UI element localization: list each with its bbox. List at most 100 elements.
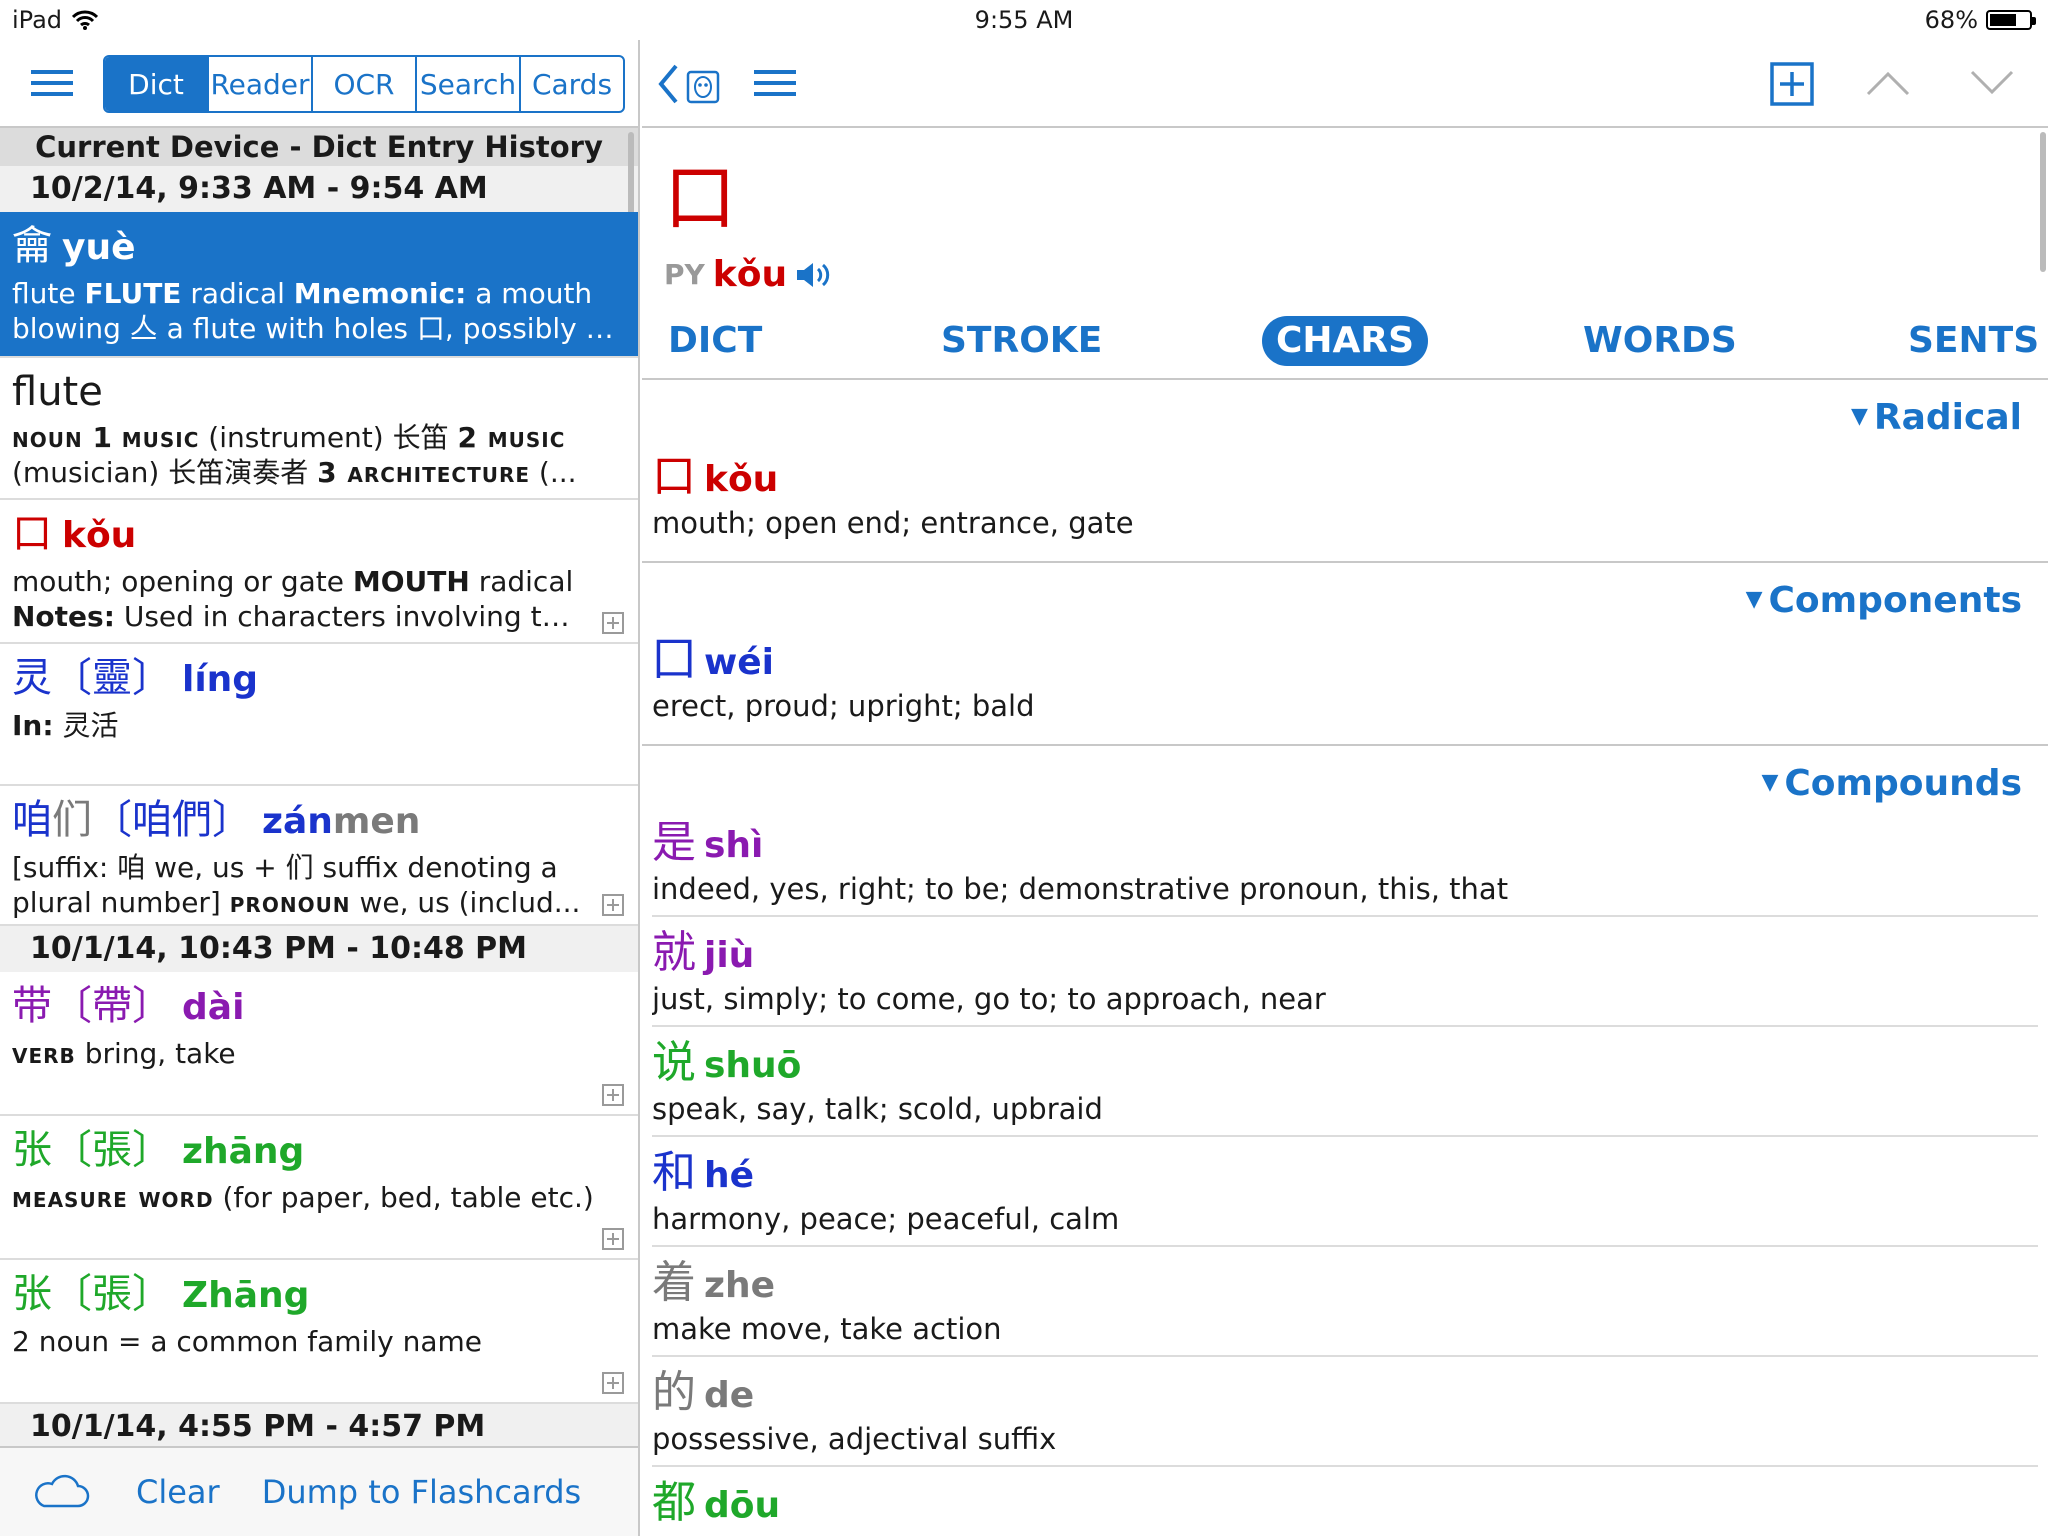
tab-dict[interactable]: Dict: [105, 57, 209, 111]
entry-hanzi: 带: [12, 983, 52, 1029]
compound-row[interactable]: 和 hé harmony, peace; peaceful, calm: [652, 1137, 2038, 1247]
dump-to-flashcards-button[interactable]: Dump to Flashcards: [262, 1473, 582, 1511]
tab-sents[interactable]: SENTS: [1908, 316, 2039, 366]
history-entry-zanmen[interactable]: 咱们〔咱們〕 zánmen [suffix: 咱 we, us + 们 suffi…: [0, 786, 638, 926]
entry-definition: 2 noun = a common family name: [12, 1325, 482, 1358]
entry-detail-pane: 口 PY kǒu DICT STROKE CHARS WORDS SENTS ▼…: [642, 40, 2048, 1536]
char-definition: erect, proud; upright; bald: [652, 689, 1035, 723]
char-definition: speak, say, talk; scold, upbraid: [652, 1092, 1103, 1126]
components-section: ▼ Components 囗 wéi erect, proud; upright; …: [642, 563, 2048, 746]
tab-words[interactable]: WORDS: [1583, 316, 1737, 366]
chevron-up-icon[interactable]: [1866, 70, 1910, 96]
menu-icon[interactable]: [31, 70, 73, 100]
entry-definition-cont: blowing 亼 a flute with holes 口, possibly…: [12, 312, 626, 345]
char-pinyin: wéi: [704, 642, 775, 683]
radical-section-header[interactable]: ▼ Radical: [652, 380, 2038, 441]
tab-stroke[interactable]: STROKE: [941, 316, 1102, 366]
entry-pinyin: Zhāng: [182, 1275, 310, 1316]
entry-definition: [suffix: 咱 we, us + 们 suffix denoting a: [12, 851, 558, 884]
clear-button[interactable]: Clear: [136, 1473, 220, 1511]
char-pinyin: kǒu: [704, 459, 779, 500]
char-hanzi: 是: [652, 817, 696, 868]
entry-pinyin: líng: [182, 659, 259, 700]
entry-traditional: 〔帶〕: [52, 983, 172, 1029]
history-entry-ling[interactable]: 灵〔靈〕 líng In: 灵活: [0, 644, 638, 786]
entry-traditional: 〔張〕: [52, 1127, 172, 1173]
add-flashcard-icon[interactable]: [1770, 62, 1814, 106]
tab-reader[interactable]: Reader: [209, 57, 313, 111]
components-section-header[interactable]: ▼ Components: [652, 563, 2038, 624]
history-entry-flute[interactable]: flute noun 1 music (instrument) 长笛 2 mus…: [0, 358, 638, 500]
char-pinyin: de: [704, 1375, 755, 1416]
battery-icon: [1986, 10, 2036, 30]
history-entry-zhang-surname[interactable]: 张〔張〕 Zhāng 2 noun = a common family name: [0, 1260, 638, 1404]
triangle-down-icon: ▼: [1761, 770, 1779, 795]
tab-chars[interactable]: CHARS: [1262, 316, 1429, 366]
entry-headword: flute: [12, 369, 103, 415]
chevron-down-icon[interactable]: [1970, 70, 2014, 96]
char-hanzi: 的: [652, 1367, 696, 1418]
alien-icon[interactable]: [686, 70, 720, 104]
tab-dict[interactable]: DICT: [668, 316, 762, 366]
entry-hanzi: 口: [12, 511, 52, 557]
menu-icon[interactable]: [754, 70, 796, 100]
char-pinyin: zhe: [704, 1265, 775, 1306]
entry-pinyin: dài: [182, 987, 245, 1028]
tab-search[interactable]: Search: [417, 57, 521, 111]
char-hanzi: 着: [652, 1257, 696, 1308]
entry-pinyin: kǒu: [62, 515, 137, 556]
right-toolbar: [642, 40, 2048, 128]
left-toolbar: Dict Reader OCR Search Cards: [0, 40, 638, 128]
expand-icon[interactable]: [602, 1228, 624, 1250]
history-entry-yue[interactable]: 龠 yuè flute FLUTE radical Mnemonic: a mou…: [0, 212, 638, 358]
session-header: 10/1/14, 10:43 PM - 10:48 PM: [0, 926, 638, 972]
component-row[interactable]: 囗 wéi erect, proud; upright; bald: [652, 624, 2038, 732]
compound-row[interactable]: 就 jiù just, simply; to come, go to; to ap…: [652, 917, 2038, 1027]
entry-hanzi: 咱: [12, 797, 52, 843]
compound-row[interactable]: 是 shì indeed, yes, right; to be; demonstr…: [652, 807, 2038, 917]
radical-section: ▼ Radical 口 kǒu mouth; open end; entrance,…: [642, 380, 2048, 563]
char-definition: just, simply; to come, go to; to approac…: [652, 982, 1326, 1016]
back-chevron-icon[interactable]: [656, 62, 680, 106]
compound-row[interactable]: 的 de possessive, adjectival suffix: [652, 1357, 2038, 1467]
char-definition: make move, take action: [652, 1312, 1002, 1346]
entry-definition: verb bring, take: [12, 1037, 236, 1070]
speaker-icon[interactable]: [795, 260, 833, 290]
entry-traditional: 〔靈〕: [52, 655, 172, 701]
compound-row[interactable]: 着 zhe make move, take action: [652, 1247, 2038, 1357]
entry-pinyin: zhāng: [182, 1131, 305, 1172]
expand-icon[interactable]: [602, 894, 624, 916]
expand-icon[interactable]: [602, 1084, 624, 1106]
entry-pinyin: yuè: [62, 227, 136, 268]
entry-definition: measure word (for paper, bed, table etc.…: [12, 1181, 594, 1214]
tab-cards[interactable]: Cards: [521, 57, 623, 111]
entry-hanzi: 灵: [12, 655, 52, 701]
history-entry-zhang[interactable]: 张〔張〕 zhāng measure word (for paper, bed, …: [0, 1116, 638, 1260]
entry-definition: flute FLUTE radical Mnemonic: a mouth: [12, 277, 593, 310]
session-header: 10/2/14, 9:33 AM - 9:54 AM: [0, 166, 638, 212]
entry-hanzi: 张: [12, 1127, 52, 1173]
radical-row[interactable]: 口 kǒu mouth; open end; entrance, gate: [652, 441, 2038, 549]
char-hanzi: 就: [652, 927, 696, 978]
compound-row[interactable]: 说 shuō speak, say, talk; scold, upbraid: [652, 1027, 2038, 1137]
char-hanzi: 和: [652, 1147, 696, 1198]
history-entry-kou[interactable]: 口 kǒu mouth; opening or gate MOUTH radica…: [0, 500, 638, 644]
history-bottom-bar: Clear Dump to Flashcards: [0, 1446, 638, 1536]
char-pinyin: hé: [704, 1155, 755, 1196]
history-entry-dai[interactable]: 带〔帶〕 dài verb bring, take: [0, 972, 638, 1116]
char-pinyin: jiù: [704, 935, 755, 976]
char-hanzi: 说: [652, 1037, 696, 1088]
triangle-down-icon: ▼: [1745, 587, 1763, 612]
expand-icon[interactable]: [602, 612, 624, 634]
char-definition: mouth; open end; entrance, gate: [652, 506, 1134, 540]
expand-icon[interactable]: [602, 1372, 624, 1394]
char-pinyin: shì: [704, 825, 764, 866]
char-definition: possessive, adjectival suffix: [652, 1422, 1057, 1456]
battery-percent: 68%: [1924, 6, 1978, 34]
char-hanzi: 口: [652, 451, 696, 502]
compounds-section-header[interactable]: ▼ Compounds: [652, 746, 2038, 807]
tab-ocr[interactable]: OCR: [313, 57, 417, 111]
cloud-icon[interactable]: [30, 1472, 90, 1512]
compound-row[interactable]: 都 dōu: [652, 1467, 2038, 1536]
entry-definition-cont: (musician) 长笛演奏者 3 architecture (...: [12, 456, 577, 489]
